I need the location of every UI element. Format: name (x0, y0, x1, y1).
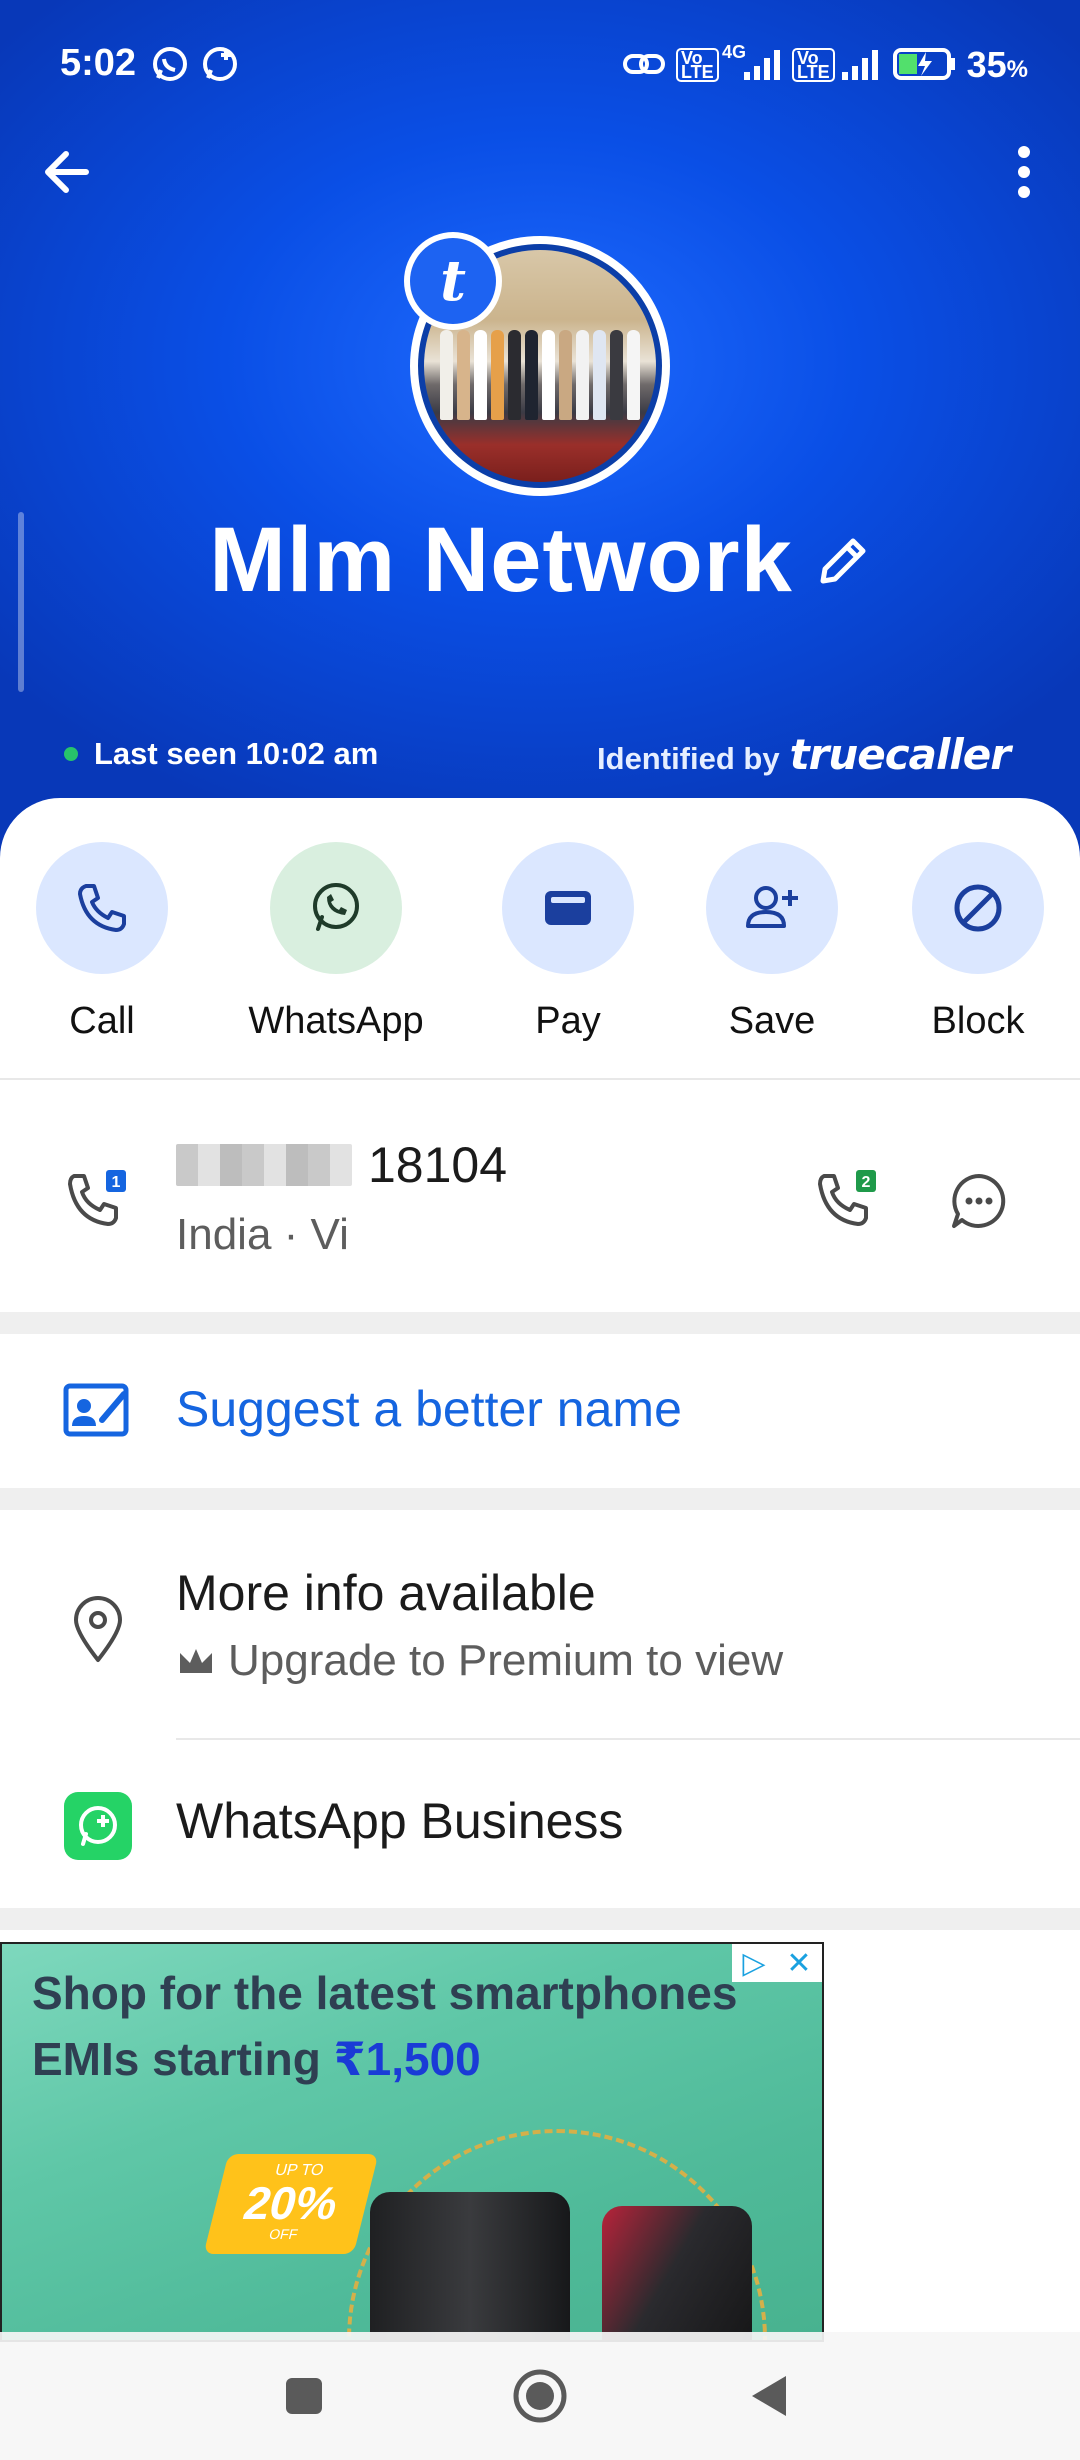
edit-name-icon[interactable] (815, 533, 871, 589)
link-icon (623, 54, 665, 74)
suggest-name-row[interactable]: Suggest a better name (0, 1336, 1080, 1484)
ad-close-icon[interactable]: ✕ (786, 1946, 811, 1981)
more-info-row[interactable]: More info available Upgrade to Premium t… (0, 1510, 1080, 1740)
square-icon (286, 2378, 322, 2414)
recents-button[interactable] (272, 2364, 336, 2428)
online-dot (64, 747, 78, 761)
status-time: 5:02 (60, 42, 137, 84)
call-button[interactable]: Call (0, 842, 212, 1043)
call-sim1-icon[interactable]: 1 (62, 1166, 132, 1236)
contact-header: 5:02 Vo LTE 4G Vo LTE 35% t Mlm Network … (0, 0, 1080, 860)
back-nav-button[interactable] (738, 2364, 802, 2428)
advertisement-banner[interactable]: Shop for the latest smartphones EMIs sta… (0, 1942, 824, 2342)
premium-upgrade-text: Upgrade to Premium to view (176, 1636, 783, 1686)
signal-icon-2 (842, 50, 878, 80)
wallet-icon (545, 891, 591, 925)
whatsapp-notification-icon (153, 47, 187, 81)
phone-number-row[interactable]: 1 18104 India · Vi 2 (0, 1110, 1080, 1320)
ad-phone-image (602, 2206, 752, 2340)
whatsapp-business-icon (64, 1792, 132, 1860)
whatsapp-button[interactable]: WhatsApp (226, 842, 446, 1043)
section-divider (0, 1908, 1080, 1930)
action-bar: Call WhatsApp Pay Save Block (0, 842, 1080, 1042)
section-divider (0, 1312, 1080, 1334)
contact-name: Mlm Network (0, 508, 1080, 613)
volte-badge-2: Vo LTE (792, 48, 835, 82)
battery-charging-icon (893, 48, 955, 80)
suggest-name-icon (63, 1383, 129, 1437)
signal-icon-1 (744, 50, 780, 80)
home-circle-icon (513, 2369, 567, 2423)
pay-button[interactable]: Pay (458, 842, 678, 1043)
phone-number: 18104 (176, 1136, 507, 1194)
back-triangle-icon (752, 2376, 786, 2416)
ad-choices-icon[interactable]: ▷ (742, 1946, 765, 1981)
more-options-icon[interactable] (1004, 140, 1044, 204)
truecaller-badge: t (404, 232, 502, 330)
ad-controls[interactable]: ▷ ✕ (732, 1944, 822, 1982)
last-seen-status: Last seen 10:02 am (64, 736, 378, 772)
whatsapp-business-row[interactable]: WhatsApp Business (0, 1740, 1080, 1908)
divider (0, 1078, 1080, 1080)
section-divider (0, 1488, 1080, 1510)
volte-badge-1: Vo LTE (676, 48, 719, 82)
redacted-digits (176, 1144, 352, 1186)
svg-text:2: 2 (862, 1174, 871, 1191)
discount-badge: UP TO 20% OFF (203, 2154, 379, 2254)
back-arrow-icon[interactable] (36, 140, 100, 204)
block-button[interactable]: Block (868, 842, 1080, 1043)
location-pin-icon (74, 1596, 122, 1662)
save-contact-button[interactable]: Save (662, 842, 882, 1043)
system-nav-bar (0, 2332, 1080, 2460)
call-sim2-icon[interactable]: 2 (812, 1166, 882, 1236)
status-bar: 5:02 Vo LTE 4G Vo LTE 35% (0, 0, 1080, 130)
identified-by: Identified by truecaller (597, 730, 1011, 779)
ad-phone-image (370, 2192, 570, 2340)
message-icon[interactable] (948, 1170, 1010, 1232)
home-button[interactable] (508, 2364, 572, 2428)
truecaller-logo: truecaller (789, 730, 1011, 779)
crown-icon (180, 1649, 212, 1673)
whatsapp-business-notification-icon (203, 47, 237, 81)
add-contact-icon (746, 886, 798, 928)
carrier-info: India · Vi (176, 1210, 349, 1259)
whatsapp-icon (313, 883, 359, 931)
phone-icon (78, 884, 126, 932)
battery-percentage: 35% (966, 44, 1028, 85)
svg-text:1: 1 (112, 1174, 121, 1191)
block-icon (954, 884, 1002, 932)
